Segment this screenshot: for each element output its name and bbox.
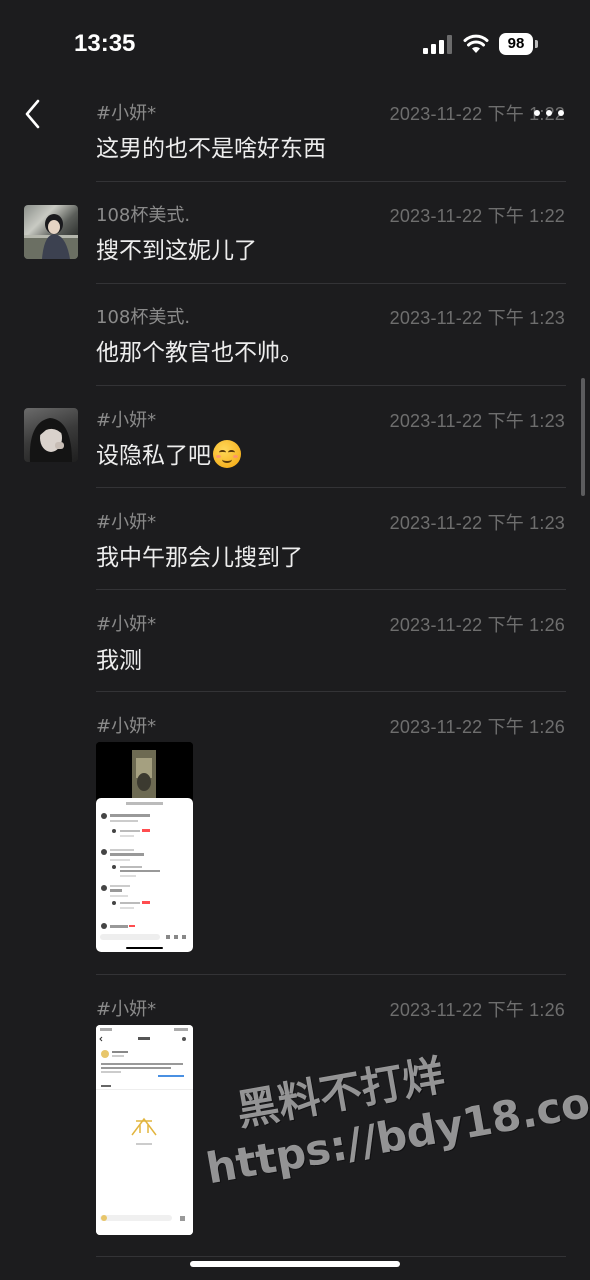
sender-name: #小妍* bbox=[96, 103, 157, 124]
divider bbox=[96, 691, 566, 692]
sender-name: #小妍* bbox=[96, 410, 157, 431]
message-timestamp: 2023-11-22 下午 1:23 bbox=[389, 513, 565, 533]
battery-icon: 98 bbox=[499, 33, 539, 55]
battery-level: 98 bbox=[499, 33, 533, 55]
divider bbox=[96, 385, 566, 386]
message-text: 搜不到这妮儿了 bbox=[96, 238, 257, 264]
watermark: 黑料不打烊 https://bdy18.co bbox=[192, 1018, 590, 1193]
wifi-icon bbox=[463, 33, 489, 55]
message-timestamp: 2023-11-22 下午 1:23 bbox=[389, 308, 565, 328]
message-text-row: 设隐私了吧 bbox=[96, 436, 241, 470]
message-timestamp: 2023-11-22 下午 1:23 bbox=[389, 411, 565, 431]
message-text: 这男的也不是啥好东西 bbox=[96, 136, 326, 162]
home-indicator[interactable] bbox=[190, 1261, 400, 1267]
divider bbox=[96, 974, 566, 975]
status-bar: 13:35 98 bbox=[0, 0, 590, 90]
message-text: 我中午那会儿搜到了 bbox=[96, 545, 303, 571]
divider bbox=[96, 487, 566, 488]
sender-name: #小妍* bbox=[96, 999, 157, 1020]
cellular-signal-icon bbox=[423, 35, 453, 54]
divider bbox=[96, 589, 566, 590]
image-attachment[interactable] bbox=[96, 1025, 193, 1235]
avatar[interactable] bbox=[24, 205, 78, 259]
sender-name: 108杯美式. bbox=[96, 307, 191, 328]
sender-name: #小妍* bbox=[96, 512, 157, 533]
sender-name: 108杯美式. bbox=[96, 205, 191, 226]
message-text: 设隐私了吧 bbox=[96, 443, 211, 469]
back-arrow-icon[interactable] bbox=[20, 96, 46, 132]
avatar[interactable] bbox=[24, 408, 78, 462]
more-options-icon[interactable] bbox=[532, 104, 566, 122]
message-text: 他那个教官也不帅。 bbox=[96, 340, 303, 366]
sender-name: #小妍* bbox=[96, 614, 157, 635]
message-timestamp: 2023-11-22 下午 1:22 bbox=[389, 206, 565, 226]
divider bbox=[96, 1256, 566, 1257]
divider bbox=[96, 181, 566, 182]
message-text: 我测 bbox=[96, 648, 142, 674]
sender-name: #小妍* bbox=[96, 716, 157, 737]
image-attachment[interactable] bbox=[96, 742, 193, 952]
scrollbar[interactable] bbox=[581, 378, 585, 496]
status-time: 13:35 bbox=[74, 30, 136, 57]
message-timestamp: 2023-11-22 下午 1:26 bbox=[389, 615, 565, 635]
blushing-smile-emoji-icon bbox=[213, 440, 241, 468]
message-timestamp: 2023-11-22 下午 1:26 bbox=[389, 1000, 565, 1020]
divider bbox=[96, 283, 566, 284]
message-timestamp: 2023-11-22 下午 1:26 bbox=[389, 717, 565, 737]
